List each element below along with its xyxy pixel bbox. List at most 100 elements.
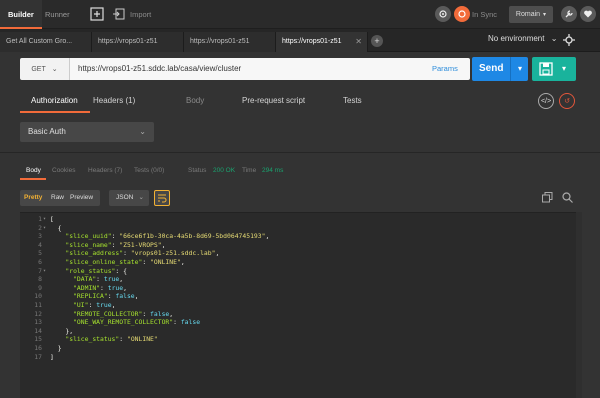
interceptor-icon[interactable] — [435, 6, 451, 22]
request-tab[interactable]: https://vrops01-z51 — [92, 32, 184, 52]
heart-icon[interactable] — [580, 6, 596, 22]
add-tab-icon[interactable]: + — [371, 35, 383, 47]
response-tabs: Body Cookies Headers (7) Tests (0/0) Sta… — [0, 164, 600, 178]
line-number: 13 — [34, 318, 42, 327]
line-number: 4 — [38, 240, 42, 249]
environment-label: No environment — [488, 34, 545, 43]
raw-button[interactable]: Raw — [51, 190, 64, 206]
line-number: 11 — [34, 301, 42, 309]
request-tab-label: https://vrops01-z51 — [282, 38, 342, 45]
code-line: 12 "REMOTE_COLLECTOR": false, — [20, 310, 576, 319]
close-icon[interactable]: ✕ — [355, 32, 362, 52]
preview-button[interactable]: Preview — [70, 190, 93, 206]
save-icon — [539, 62, 553, 76]
environment-settings-icon[interactable] — [562, 33, 576, 47]
format-type-select[interactable]: JSON ⌄ — [109, 190, 149, 206]
code-line: 16 } — [20, 344, 576, 353]
url-input[interactable]: https://vrops01-z51.sddc.lab/casa/view/c… — [70, 58, 470, 80]
code-text: "REMOTE_COLLECTOR": false, — [50, 309, 174, 318]
status-value: 200 OK — [213, 167, 236, 174]
tab-response-tests[interactable]: Tests (0/0) — [134, 164, 164, 178]
history-icon[interactable]: ↺ — [559, 93, 575, 109]
environment-select[interactable]: No environment ⌄ — [488, 29, 557, 49]
search-icon[interactable] — [561, 191, 573, 203]
code-text: "role_status": { — [50, 266, 127, 275]
fold-toggle-icon[interactable]: ▾ — [43, 215, 49, 224]
send-button[interactable]: Send ▾ — [472, 57, 528, 81]
chevron-down-icon: ▾ — [543, 12, 547, 18]
tab-builder[interactable]: Builder — [0, 0, 42, 29]
method-select[interactable]: GET ⌄ — [20, 58, 70, 80]
chevron-down-icon: ⌄ — [550, 34, 558, 43]
save-button[interactable]: ▾ — [532, 57, 576, 81]
tab-tests[interactable]: Tests — [343, 91, 362, 111]
line-number: 16 — [34, 344, 42, 352]
line-number: 15 — [34, 335, 42, 344]
wrap-lines-button[interactable] — [154, 190, 170, 206]
chevron-down-icon: ⌄ — [139, 127, 146, 136]
status-label: Status — [188, 167, 207, 174]
tab-authorization[interactable]: Authorization — [31, 91, 78, 111]
code-text: "slice_online_state": "ONLINE", — [50, 258, 185, 266]
code-text: { — [50, 223, 62, 232]
line-number: 8 — [38, 275, 42, 284]
code-text: }, — [50, 326, 74, 335]
time-label: Time — [242, 167, 257, 174]
request-tab-active[interactable]: https://vrops01-z51 ✕ — [276, 32, 368, 52]
tab-pre-request-script[interactable]: Pre-request script — [242, 91, 305, 111]
user-menu[interactable]: Romain ▾ — [509, 6, 553, 23]
settings-icon[interactable] — [561, 6, 577, 22]
pretty-button[interactable]: Pretty — [24, 190, 42, 206]
tab-body[interactable]: Body — [186, 91, 204, 111]
code-line: 7 ▾ "role_status": { — [20, 267, 576, 276]
import-button[interactable]: Import — [130, 0, 151, 29]
line-number: 12 — [34, 309, 42, 318]
line-number: 14 — [34, 326, 42, 335]
code-text: "DATA": true, — [50, 275, 124, 284]
auth-type-label: Basic Auth — [28, 127, 66, 136]
section-divider — [0, 152, 600, 153]
user-name: Romain — [515, 11, 541, 18]
fold-toggle-icon[interactable]: ▾ — [43, 224, 49, 233]
line-number: 10 — [34, 292, 42, 301]
code-line: 10 "REPLICA": false, — [20, 292, 576, 301]
import-icon[interactable] — [112, 7, 126, 21]
code-text: ] — [50, 352, 54, 361]
code-text: } — [50, 344, 62, 352]
time-value: 294 ms — [262, 167, 284, 174]
chevron-down-icon[interactable]: ▾ — [562, 57, 566, 81]
line-number: 7 — [38, 266, 42, 275]
line-number: 3 — [38, 232, 42, 241]
fold-toggle-icon[interactable]: ▾ — [43, 267, 49, 276]
code-text: "ONE_WAY_REMOTE_COLLECTOR": false — [50, 318, 201, 327]
tab-headers[interactable]: Headers (1) — [93, 91, 135, 111]
chevron-down-icon: ⌄ — [51, 66, 58, 73]
scrollbar[interactable] — [576, 212, 582, 398]
request-tab[interactable]: Get All Custom Gro... — [0, 32, 92, 52]
chevron-down-icon[interactable]: ▾ — [512, 57, 528, 81]
format-type-label: JSON — [116, 194, 134, 201]
top-toolbar: Builder Runner Import In Sync Romain ▾ — [0, 0, 600, 29]
request-tab-label: https://vrops01-z51 — [98, 38, 158, 45]
code-text: "UI": true, — [50, 301, 116, 309]
line-number: 6 — [38, 258, 42, 266]
code-line: 8 "DATA": true, — [20, 275, 576, 284]
tab-cookies[interactable]: Cookies — [52, 164, 75, 178]
tab-response-body[interactable]: Body — [26, 164, 41, 178]
auth-type-select[interactable]: Basic Auth ⌄ — [20, 122, 154, 142]
tab-runner[interactable]: Runner — [37, 0, 78, 29]
code-line: 17] — [20, 353, 576, 362]
params-button[interactable]: Params — [432, 58, 458, 80]
active-tab-indicator — [20, 111, 90, 113]
code-line: 5 "slice_address": "vrops01-z51.sddc.lab… — [20, 249, 576, 258]
code-line: 13 "ONE_WAY_REMOTE_COLLECTOR": false — [20, 318, 576, 327]
response-body-editor[interactable]: 1 ▾[2 ▾ {3 "slice_uuid": "66ce6f1b-30ca-4a… — [20, 212, 576, 398]
copy-icon[interactable] — [541, 191, 553, 203]
tab-response-headers[interactable]: Headers (7) — [88, 164, 122, 178]
sync-icon — [454, 6, 470, 22]
request-tab[interactable]: https://vrops01-z51 — [184, 32, 276, 52]
code-icon[interactable]: </> — [538, 93, 554, 109]
code-text: "ADMIN": true, — [50, 283, 127, 292]
code-text: "REPLICA": false, — [50, 292, 139, 301]
new-window-icon[interactable] — [89, 6, 105, 22]
